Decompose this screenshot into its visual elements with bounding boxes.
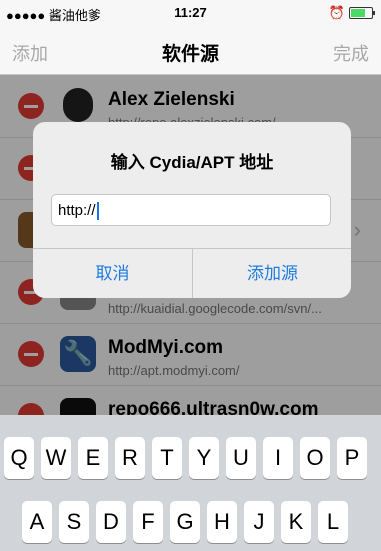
key-w[interactable]: W [41, 437, 71, 479]
source-url-input[interactable]: http:// [51, 194, 331, 226]
add-source-dialog: 输入 Cydia/APT 地址 http:// 取消 添加源 [33, 122, 351, 298]
text-caret [96, 202, 99, 221]
status-right: ⏰ [328, 5, 375, 21]
clock: 11:27 [174, 5, 207, 20]
key-y[interactable]: Y [189, 437, 219, 479]
add-source-button[interactable]: 添加源 [193, 249, 351, 298]
key-k[interactable]: K [281, 501, 311, 543]
status-bar: ●●●●● 酱油他爹 11:27 ⏰ [0, 0, 381, 26]
key-p[interactable]: P [337, 437, 367, 479]
battery-icon [349, 7, 375, 19]
done-button[interactable]: 完成 [333, 40, 369, 66]
key-i[interactable]: I [263, 437, 293, 479]
key-l[interactable]: L [318, 501, 348, 543]
navigation-bar: 添加 软件源 完成 [0, 26, 381, 75]
key-d[interactable]: D [96, 501, 126, 543]
key-f[interactable]: F [133, 501, 163, 543]
dialog-buttons: 取消 添加源 [33, 248, 351, 298]
key-j[interactable]: J [244, 501, 274, 543]
key-u[interactable]: U [226, 437, 256, 479]
page-title: 软件源 [161, 44, 219, 65]
cancel-button[interactable]: 取消 [33, 249, 192, 298]
key-r[interactable]: R [115, 437, 145, 479]
key-s[interactable]: S [59, 501, 89, 543]
alarm-icon: ⏰ [328, 5, 345, 20]
keyboard: Q W E R T Y U I O P A S D F G H J K L [0, 415, 381, 551]
key-o[interactable]: O [300, 437, 330, 479]
dialog-title: 输入 Cydia/APT 地址 [110, 153, 274, 172]
key-g[interactable]: G [170, 501, 200, 543]
key-a[interactable]: A [22, 501, 52, 543]
key-e[interactable]: E [78, 437, 108, 479]
key-t[interactable]: T [152, 437, 182, 479]
key-q[interactable]: Q [4, 437, 34, 479]
key-h[interactable]: H [207, 501, 237, 543]
input-value: http:// [58, 202, 96, 219]
